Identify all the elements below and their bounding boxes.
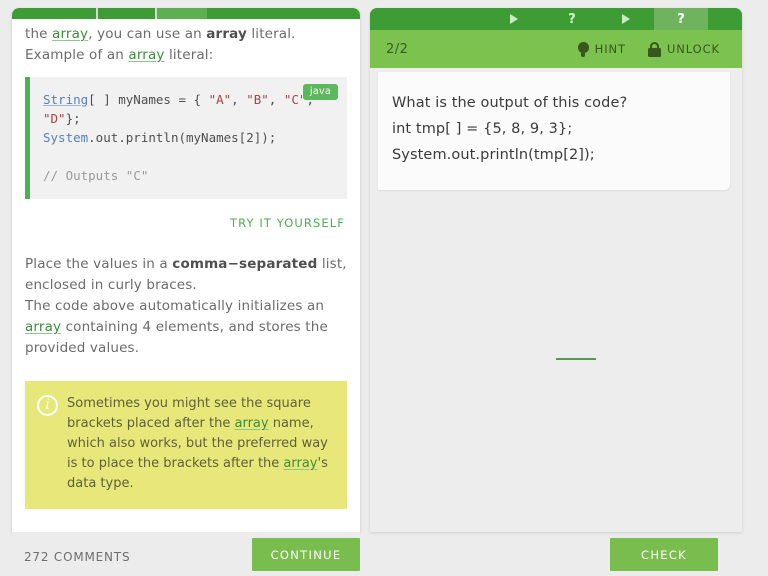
answer-blank-underline[interactable] bbox=[556, 358, 596, 360]
tutorial-progress-bar[interactable] bbox=[12, 8, 360, 19]
note-text: Sometimes you might see the square brack… bbox=[67, 394, 333, 494]
learning-app-window: the array, you can use an array literal.… bbox=[0, 0, 768, 576]
body-line3: The code above automatically initializes… bbox=[25, 298, 325, 314]
array-link-3[interactable]: array bbox=[25, 319, 61, 335]
note-callout: i Sometimes you might see the square bra… bbox=[25, 381, 347, 509]
progress-segment-light bbox=[157, 8, 207, 19]
code-line-1: String[ ] myNames = { "A", "B", "C", bbox=[43, 90, 335, 109]
code-line-3: System.out.println(myNames[2]); bbox=[43, 128, 335, 147]
array-link-note-1[interactable]: array bbox=[235, 416, 269, 431]
try-it-yourself-link[interactable]: TRY IT YOURSELF bbox=[230, 216, 345, 230]
code-line2-rest: }; bbox=[65, 111, 81, 126]
comments-count[interactable]: 272 COMMENTS bbox=[24, 550, 130, 564]
hint-label: HINT bbox=[594, 42, 626, 56]
code-line-2: "D"}; bbox=[43, 109, 335, 128]
hint-button[interactable]: HINT bbox=[577, 41, 626, 57]
tutorial-footer: 272 COMMENTS CONTINUE bbox=[12, 532, 360, 576]
unlock-label: UNLOCK bbox=[666, 42, 720, 56]
progress-tick bbox=[155, 8, 157, 19]
intro-paragraph: the array, you can use an array literal.… bbox=[25, 19, 347, 66]
tutorial-content: the array, you can use an array literal.… bbox=[12, 19, 360, 532]
quiz-panel: ? ? 2/2 HINT UNLOCK What is the output o… bbox=[368, 0, 752, 576]
question-mark-icon: ? bbox=[568, 11, 576, 27]
info-icon: i bbox=[37, 395, 58, 416]
intro-line2-after: literal: bbox=[164, 47, 214, 63]
answer-input-slot[interactable] bbox=[556, 358, 596, 362]
play-triangle-icon bbox=[510, 14, 518, 24]
progress-tick bbox=[96, 8, 98, 19]
array-link[interactable]: array bbox=[52, 26, 88, 42]
language-badge: java bbox=[302, 84, 338, 100]
code-string-b: "B" bbox=[246, 92, 269, 107]
body-paragraph: Place the values in a comma−separated li… bbox=[25, 231, 347, 359]
progress-segment-3[interactable]: ? bbox=[546, 8, 598, 30]
question-mark-icon: ? bbox=[677, 11, 685, 27]
code-system-token: System bbox=[43, 130, 89, 145]
continue-button[interactable]: CONTINUE bbox=[252, 538, 360, 571]
body-line4-rest: containing 4 elements, and stores the bbox=[61, 319, 328, 335]
code-type-token: String bbox=[43, 92, 89, 107]
array-bold: array bbox=[206, 26, 247, 42]
question-text: What is the output of this code? int tmp… bbox=[392, 95, 628, 163]
code-comma-1: , bbox=[231, 92, 247, 107]
intro-line2-before: Example of an bbox=[25, 47, 129, 63]
intro-text-mid: , you can use an bbox=[88, 26, 207, 42]
unlock-button[interactable]: UNLOCK bbox=[647, 41, 720, 57]
progress-segment-6[interactable] bbox=[708, 8, 742, 30]
progress-segment-5-current[interactable]: ? bbox=[654, 8, 708, 30]
progress-segment-2[interactable] bbox=[482, 8, 546, 30]
array-link-note-2[interactable]: array bbox=[283, 456, 317, 471]
intro-text-before: the bbox=[25, 26, 53, 42]
progress-segment-4[interactable] bbox=[598, 8, 654, 30]
body-line2: enclosed in curly braces. bbox=[25, 277, 197, 293]
quiz-progress-bar[interactable]: ? ? bbox=[370, 8, 742, 30]
body-line1-b: list, bbox=[317, 256, 347, 272]
step-counter: 2/2 bbox=[386, 41, 409, 57]
code-comment-line: // Outputs "C" bbox=[43, 168, 149, 183]
lightbulb-icon bbox=[577, 41, 589, 57]
quiz-toolbar: 2/2 HINT UNLOCK bbox=[370, 30, 742, 68]
check-button[interactable]: CHECK bbox=[610, 538, 718, 571]
code-string-d: "D" bbox=[43, 111, 66, 126]
tutorial-card: the array, you can use an array literal.… bbox=[12, 8, 360, 532]
try-it-row: TRY IT YOURSELF bbox=[25, 199, 347, 231]
array-link-2[interactable]: array bbox=[128, 47, 164, 63]
play-triangle-icon bbox=[622, 14, 630, 24]
question-card: What is the output of this code? int tmp… bbox=[378, 72, 730, 190]
code-comma-2: , bbox=[268, 92, 284, 107]
code-string-a: "A" bbox=[208, 92, 232, 107]
tutorial-panel: the array, you can use an array literal.… bbox=[0, 0, 381, 576]
code-line3-rest: .out.println(myNames[2]); bbox=[88, 130, 277, 145]
progress-segment-1[interactable] bbox=[370, 8, 482, 30]
code-line1-rest: [ ] myNames = { bbox=[88, 92, 209, 107]
quiz-footer: CHECK bbox=[370, 532, 742, 576]
intro-text-after: literal. bbox=[246, 26, 296, 42]
comma-separated-bold: comma−separated bbox=[172, 256, 318, 272]
code-example-block: java String[ ] myNames = { "A", "B", "C"… bbox=[25, 77, 347, 199]
body-line5: provided values. bbox=[25, 340, 140, 356]
padlock-icon bbox=[647, 41, 661, 57]
body-line1-a: Place the values in a bbox=[25, 256, 173, 272]
